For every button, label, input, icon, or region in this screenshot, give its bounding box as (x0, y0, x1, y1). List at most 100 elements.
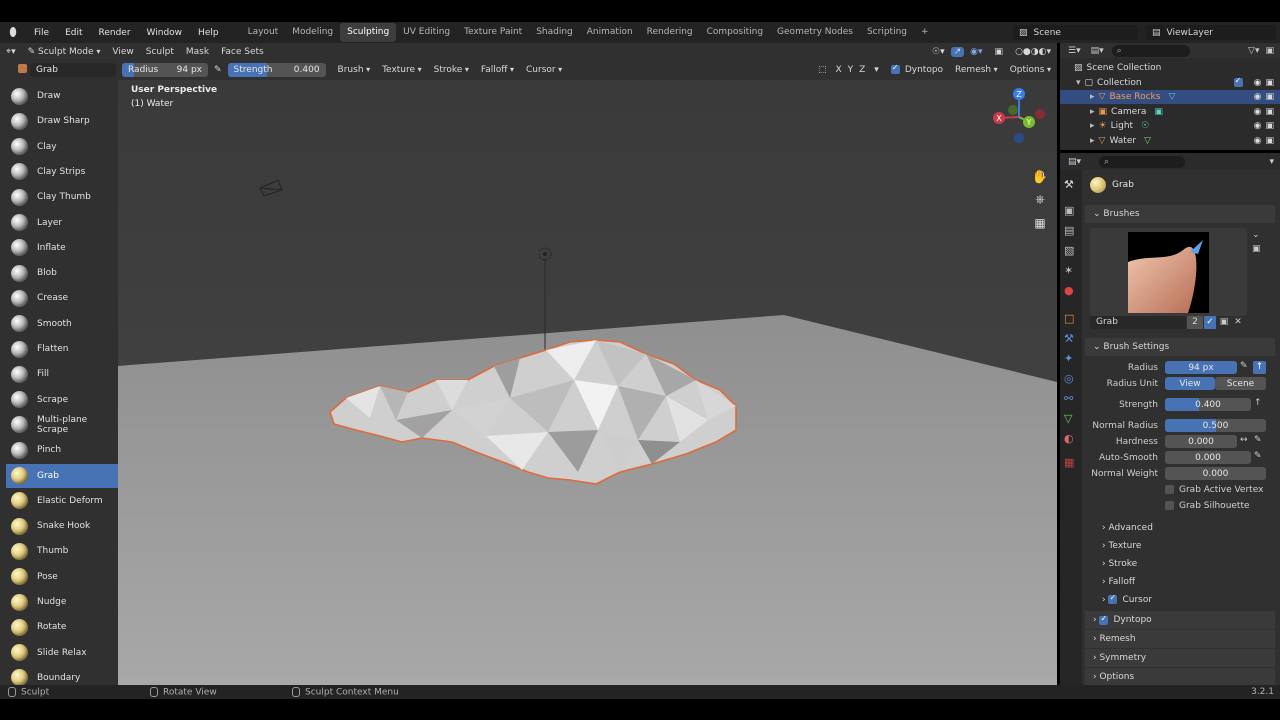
add-workspace-button[interactable]: + (914, 23, 936, 42)
normal-weight-field[interactable]: 0.000 (1165, 467, 1266, 480)
symmetry-icon[interactable]: ⬚ (812, 65, 833, 75)
modifier-tab-icon[interactable]: ⚒ (1064, 332, 1074, 345)
symmetry-options-icon[interactable]: ▾ (868, 65, 885, 75)
display-mode-icon[interactable]: ▤▾ (1091, 46, 1104, 56)
blender-logo-icon[interactable]: ⬮ (0, 22, 26, 43)
options-dropdown[interactable]: Options (1004, 65, 1057, 75)
outliner-item-light[interactable]: ▸ ☀ Light ☉ ◉ ▣ (1060, 119, 1280, 133)
brush-settings-panel-header[interactable]: ⌄ Brush Settings (1085, 338, 1275, 356)
symmetry-panel-header[interactable]: › Symmetry (1085, 649, 1275, 667)
tool-inflate[interactable]: Inflate (6, 236, 118, 260)
eye-icon[interactable]: ◉ (1254, 107, 1262, 117)
brush-dropdown[interactable]: Brush (332, 65, 377, 75)
expand-icon[interactable]: ▸ (1090, 136, 1095, 146)
cursor-dropdown[interactable]: Cursor (520, 65, 568, 75)
eye-icon[interactable]: ◉ (1254, 121, 1262, 131)
properties-options-icon[interactable]: ▾ (1269, 157, 1274, 167)
pan-hand-icon[interactable]: ✋ (1030, 170, 1050, 190)
strength-prop-field[interactable]: 0.400 (1165, 398, 1251, 411)
cursor-checkbox[interactable] (1108, 593, 1118, 604)
dyntopo-panel-header[interactable]: › Dyntopo (1085, 611, 1275, 629)
grab-silhouette-option[interactable]: Grab Silhouette (1165, 501, 1250, 511)
strength-pressure-icon[interactable]: ↑ (1254, 398, 1262, 408)
brush-user-count[interactable]: 2 (1187, 316, 1203, 329)
tab-geometry-nodes[interactable]: Geometry Nodes (770, 23, 860, 42)
hardness-pressure-icon[interactable]: ✎ (1254, 435, 1262, 445)
radius-unit-scene-button[interactable]: Scene (1215, 377, 1266, 390)
unlink-brush-icon[interactable]: ✕ (1232, 316, 1244, 329)
options-panel-header[interactable]: › Options (1085, 668, 1275, 685)
properties-editor-icon[interactable]: ▤▾ (1068, 157, 1081, 167)
collection-expand-icon[interactable]: ▾ (1076, 78, 1081, 88)
new-collection-icon[interactable]: ▣ (1265, 46, 1274, 56)
tool-fill[interactable]: Fill (6, 362, 118, 386)
tab-texture-paint[interactable]: Texture Paint (457, 23, 529, 42)
tool-rotate[interactable]: Rotate (6, 615, 118, 639)
falloff-dropdown[interactable]: Falloff (475, 65, 520, 75)
dyntopo-panel-checkbox[interactable] (1099, 614, 1109, 625)
tool-elastic-deform[interactable]: Elastic Deform (6, 489, 118, 513)
tool-scrape[interactable]: Scrape (6, 388, 118, 412)
tab-uv-editing[interactable]: UV Editing (396, 23, 457, 42)
view-layer-selector[interactable]: ▤ ViewLayer (1146, 25, 1276, 40)
menu-mask[interactable]: Mask (180, 47, 215, 57)
outliner-search-input[interactable]: ⌕ (1111, 44, 1190, 57)
tool-snake-hook[interactable]: Snake Hook (6, 514, 118, 538)
texture-dropdown[interactable]: Texture (376, 65, 428, 75)
collection-eye-icon[interactable]: ◉ (1254, 78, 1262, 88)
brush-datablock-field[interactable]: Grab (1090, 316, 1186, 329)
tool-thumb[interactable]: Thumb (6, 539, 118, 563)
stroke-subpanel[interactable]: › Stroke (1102, 559, 1137, 569)
expand-icon[interactable]: ▸ (1090, 107, 1095, 117)
tool-flatten[interactable]: Flatten (6, 337, 118, 361)
constraints-tab-icon[interactable]: ⚯ (1064, 392, 1073, 405)
properties-search-input[interactable]: ⌕ (1099, 155, 1186, 168)
tab-layout[interactable]: Layout (241, 23, 286, 42)
radius-prop-field[interactable]: 94 px (1165, 361, 1237, 374)
radius-pressure-icon[interactable]: ✎ (208, 65, 228, 75)
particles-tab-icon[interactable]: ✦ (1064, 352, 1073, 365)
auto-smooth-pressure-icon[interactable]: ✎ (1254, 451, 1262, 461)
menu-render[interactable]: Render (91, 28, 139, 38)
world-tab-icon[interactable]: ● (1064, 284, 1074, 297)
grab-active-vertex-checkbox[interactable] (1165, 485, 1174, 494)
brush-preview-panel[interactable]: ⌄ ▣ (1090, 228, 1261, 316)
expand-icon[interactable]: ▸ (1090, 92, 1095, 102)
camera-render-icon[interactable]: ▣ (1265, 107, 1274, 117)
overlays-icon[interactable]: ◉▾ (964, 47, 988, 57)
tool-tab-icon[interactable]: ⚒ (1064, 178, 1074, 191)
tool-multi-plane-scrape[interactable]: Multi-plane Scrape (6, 413, 118, 437)
output-tab-icon[interactable]: ▤ (1064, 224, 1074, 237)
brush-name-field[interactable]: Grab (30, 63, 116, 77)
camera-render-icon[interactable]: ▣ (1265, 121, 1274, 131)
tab-shading[interactable]: Shading (529, 23, 580, 42)
eye-icon[interactable]: ◉ (1254, 92, 1262, 102)
mode-selector[interactable]: ✎ Sculpt Mode (22, 47, 107, 57)
normal-radius-field[interactable]: 0.500 (1165, 419, 1266, 432)
symmetry-y-button[interactable]: Y (845, 65, 857, 75)
duplicate-brush-icon[interactable]: ▣ (1218, 316, 1230, 329)
tool-clay-thumb[interactable]: Clay Thumb (6, 185, 118, 209)
remesh-panel-header[interactable]: › Remesh (1085, 630, 1275, 648)
tool-slide-relax[interactable]: Slide Relax (6, 641, 118, 665)
hardness-field[interactable]: 0.000 (1165, 435, 1237, 448)
outliner-item-base-rocks[interactable]: ▸ ▽ Base Rocks ▽ ◉ ▣ (1060, 90, 1280, 104)
tool-pinch[interactable]: Pinch (6, 438, 118, 462)
gizmo-toggle-icon[interactable]: ↗ (950, 46, 965, 57)
fake-user-shield-icon[interactable]: ✓ (1204, 316, 1216, 329)
tab-sculpting[interactable]: Sculpting (340, 23, 397, 42)
tool-boundary[interactable]: Boundary (6, 666, 118, 685)
scene-selector[interactable]: ▨ Scene (1013, 25, 1138, 40)
radius-unit-view-button[interactable]: View (1165, 377, 1215, 390)
brush-menu-icon[interactable]: ⌄ (1252, 230, 1260, 240)
menu-view[interactable]: View (106, 47, 139, 57)
tool-blob[interactable]: Blob (6, 261, 118, 285)
strength-slider[interactable]: Strength 0.400 (227, 63, 326, 77)
stroke-dropdown[interactable]: Stroke (428, 65, 475, 75)
outliner-item-camera[interactable]: ▸ ▣ Camera ▣ ◉ ▣ (1060, 105, 1280, 119)
xray-icon[interactable]: ▣ (989, 47, 1010, 57)
tool-smooth[interactable]: Smooth (6, 312, 118, 336)
dyntopo-checkbox[interactable] (890, 63, 900, 74)
remesh-dropdown[interactable]: Remesh (949, 65, 1004, 75)
navigation-gizmo[interactable]: X Y Z (988, 86, 1050, 148)
